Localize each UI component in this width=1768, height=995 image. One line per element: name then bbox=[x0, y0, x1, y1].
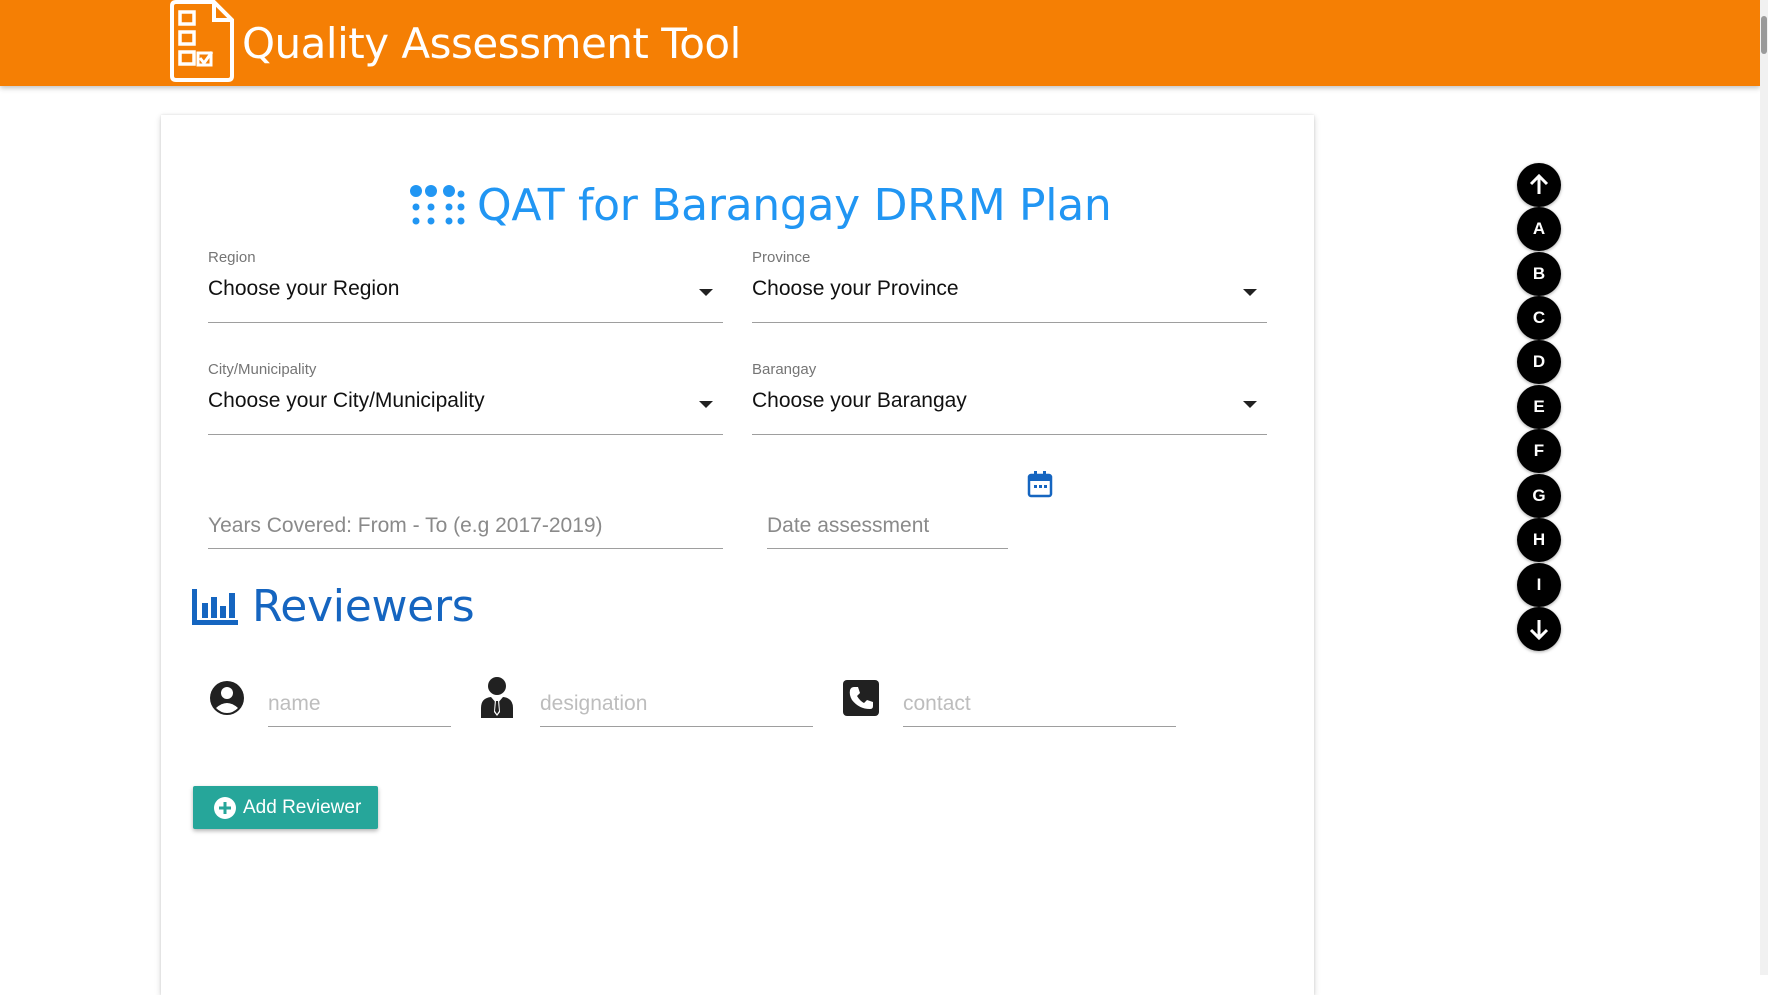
nav-section-c[interactable]: C bbox=[1517, 296, 1561, 340]
province-value[interactable]: Choose your Province bbox=[752, 277, 959, 301]
plus-circle-icon bbox=[214, 796, 236, 819]
region-label: Region bbox=[208, 249, 256, 266]
province-underline bbox=[752, 322, 1267, 323]
reviewer-name-input[interactable] bbox=[268, 681, 451, 727]
barangay-label: Barangay bbox=[752, 361, 817, 378]
region-underline bbox=[208, 322, 723, 323]
caret-down-icon[interactable] bbox=[699, 401, 713, 408]
city-select[interactable]: City/Municipality Choose your City/Munic… bbox=[208, 361, 723, 437]
date-assessment-input[interactable] bbox=[767, 503, 1008, 549]
province-label: Province bbox=[752, 249, 811, 266]
nav-section-f[interactable]: F bbox=[1517, 429, 1561, 473]
phone-square-icon bbox=[843, 680, 879, 716]
braille-dots-icon bbox=[410, 185, 465, 225]
region-value[interactable]: Choose your Region bbox=[208, 277, 399, 301]
caret-down-icon[interactable] bbox=[1243, 401, 1257, 408]
arrow-up-icon bbox=[1529, 174, 1549, 194]
caret-down-icon[interactable] bbox=[699, 289, 713, 296]
page-scrollbar[interactable] bbox=[1760, 0, 1768, 975]
reviewer-designation-input[interactable] bbox=[540, 681, 813, 727]
nav-section-d[interactable]: D bbox=[1517, 340, 1561, 384]
barangay-underline bbox=[752, 434, 1267, 435]
city-underline bbox=[208, 434, 723, 435]
nav-section-g[interactable]: G bbox=[1517, 474, 1561, 518]
businessman-icon bbox=[481, 677, 513, 718]
arrow-down-icon bbox=[1529, 620, 1549, 640]
form-title: QAT for Barangay DRRM Plan bbox=[407, 175, 1112, 235]
years-covered-input[interactable] bbox=[208, 503, 723, 549]
city-value[interactable]: Choose your City/Municipality bbox=[208, 389, 485, 413]
nav-section-e[interactable]: E bbox=[1517, 385, 1561, 429]
bar-chart-icon bbox=[192, 588, 238, 625]
reviewer-contact-input[interactable] bbox=[903, 681, 1176, 727]
scroll-up-button[interactable] bbox=[1517, 163, 1561, 207]
assessment-form-card: QAT for Barangay DRRM Plan Region Choose… bbox=[161, 115, 1314, 995]
scroll-down-button[interactable] bbox=[1517, 607, 1561, 651]
caret-down-icon[interactable] bbox=[1243, 289, 1257, 296]
add-reviewer-button[interactable]: Add Reviewer bbox=[193, 786, 378, 829]
barangay-value[interactable]: Choose your Barangay bbox=[752, 389, 967, 413]
reviewers-section-title: Reviewers bbox=[192, 581, 475, 632]
nav-section-i[interactable]: I bbox=[1517, 563, 1561, 607]
calendar-icon[interactable] bbox=[1027, 470, 1053, 498]
nav-section-h[interactable]: H bbox=[1517, 518, 1561, 562]
region-select[interactable]: Region Choose your Region bbox=[208, 249, 723, 325]
barangay-select[interactable]: Barangay Choose your Barangay bbox=[752, 361, 1267, 437]
nav-section-a[interactable]: A bbox=[1517, 207, 1561, 251]
city-label: City/Municipality bbox=[208, 361, 317, 378]
form-title-text: QAT for Barangay DRRM Plan bbox=[477, 179, 1112, 231]
app-title: Quality Assessment Tool bbox=[242, 19, 741, 68]
reviewers-title: Reviewers bbox=[252, 581, 475, 632]
province-select[interactable]: Province Choose your Province bbox=[752, 249, 1267, 325]
checklist-logo-icon bbox=[170, 0, 234, 82]
account-circle-icon bbox=[210, 681, 244, 715]
app-header: Quality Assessment Tool bbox=[0, 0, 1760, 86]
add-reviewer-label: Add Reviewer bbox=[243, 796, 362, 818]
nav-section-b[interactable]: B bbox=[1517, 252, 1561, 296]
